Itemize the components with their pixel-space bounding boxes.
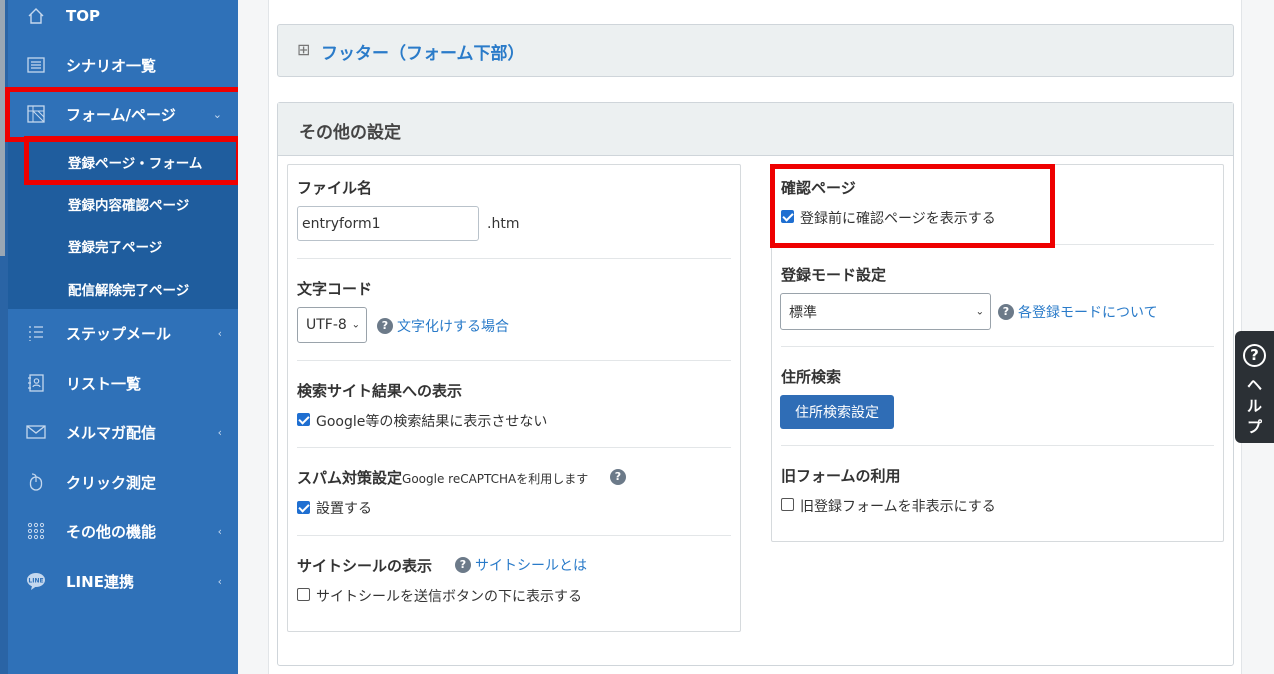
spam-label: スパム対策設定Google reCAPTCHAを利用します <box>297 467 588 488</box>
help-side-tab[interactable]: ? ヘ ル プ <box>1235 331 1274 443</box>
sidebar-item-form-page[interactable]: フォーム/ページ ⌄ <box>8 90 238 138</box>
help-tab-label: ヘ ル プ <box>1235 375 1274 438</box>
help-tab-char: ヘ <box>1246 376 1262 394</box>
divider <box>781 244 1214 245</box>
sidebar-item-click-measure[interactable]: クリック測定 <box>8 458 238 506</box>
sidebar-subitem-unsubscribe-page[interactable]: 配信解除完了ページ <box>68 279 189 299</box>
mode-help-link[interactable]: ? 各登録モードについて <box>998 302 1158 322</box>
address-settings-button[interactable]: 住所検索設定 <box>780 395 894 429</box>
help-icon: ? <box>455 557 471 573</box>
sidebar-subitem-complete-page[interactable]: 登録完了ページ <box>68 236 162 256</box>
sidebar-item-label: LINE連携 <box>66 572 134 591</box>
divider <box>781 346 1214 347</box>
sidebar-subitem-confirm-page[interactable]: 登録内容確認ページ <box>68 194 189 214</box>
site-seal-label: サイトシールの表示 <box>297 557 433 575</box>
sidebar-item-label: TOP <box>66 7 100 25</box>
sidebar-item-top[interactable]: TOP <box>8 0 238 40</box>
search-display-checkbox[interactable] <box>297 413 310 426</box>
sidebar-item-label: ステップメール <box>66 324 172 343</box>
footer-panel[interactable]: ⊞ フッター（フォーム下部） <box>277 24 1234 77</box>
chevron-down-icon: ⌄ <box>975 306 984 317</box>
spam-checkbox-label[interactable]: 設置する <box>316 498 372 518</box>
search-display-label: 検索サイト結果への表示 <box>297 382 463 400</box>
sidebar-item-scenario-list[interactable]: シナリオ一覧 <box>8 41 238 89</box>
help-icon: ? <box>377 318 393 334</box>
divider <box>297 447 731 448</box>
sidebar-item-mail-magazine[interactable]: メルマガ配信 ‹ <box>8 408 238 456</box>
old-form-label: 旧フォームの利用 <box>781 467 901 485</box>
other-settings-title: その他の設定 <box>299 123 401 143</box>
help-tab-char: プ <box>1246 418 1262 436</box>
site-seal-help-link[interactable]: ? サイトシールとは <box>455 555 587 575</box>
mouse-icon <box>26 472 46 492</box>
sidebar-scroll-grip[interactable] <box>0 0 5 256</box>
divider <box>297 360 731 361</box>
charset-selected: UTF-8 <box>306 317 347 333</box>
mode-label: 登録モード設定 <box>781 266 887 284</box>
old-form-checkbox[interactable] <box>781 498 794 511</box>
sidebar-item-list[interactable]: リスト一覧 <box>8 359 238 407</box>
grid-icon <box>26 521 46 541</box>
sidebar-subitem-registration-form[interactable]: 登録ページ・フォーム <box>68 152 202 172</box>
confirm-page-checkbox[interactable] <box>781 210 794 223</box>
search-display-checkbox-label[interactable]: Google等の検索結果に表示させない <box>316 411 547 431</box>
help-icon[interactable]: ? <box>610 469 626 485</box>
mode-help-text: 各登録モードについて <box>1018 305 1158 321</box>
sidebar-item-other-functions[interactable]: その他の機能 ‹ <box>8 507 238 555</box>
sidebar-item-label: リスト一覧 <box>66 374 142 393</box>
mode-selected: 標準 <box>789 304 817 321</box>
expand-icon[interactable]: ⊞ <box>297 40 310 59</box>
home-icon <box>26 6 46 26</box>
confirm-page-checkbox-label[interactable]: 登録前に確認ページを表示する <box>800 208 996 228</box>
charset-select[interactable]: UTF-8 ⌄ <box>297 307 367 343</box>
file-name-label: ファイル名 <box>297 179 373 197</box>
question-icon: ? <box>1243 344 1266 367</box>
spam-sublabel: Google reCAPTCHAを利用します <box>402 472 589 486</box>
charset-label: 文字コード <box>297 280 373 298</box>
footer-panel-title[interactable]: フッター（フォーム下部） <box>321 39 525 64</box>
other-settings-header: その他の設定 <box>278 103 1233 156</box>
sidebar-item-label: その他の機能 <box>66 522 157 541</box>
chevron-left-icon: ‹ <box>217 425 222 439</box>
file-name-input[interactable]: entryform1 <box>297 206 479 241</box>
divider <box>297 258 731 259</box>
list-icon <box>26 55 46 75</box>
step-list-icon <box>26 323 46 343</box>
sidebar-item-label: フォーム/ページ <box>66 105 176 124</box>
spam-checkbox[interactable] <box>297 501 310 514</box>
sidebar-item-label: クリック測定 <box>66 473 157 492</box>
chevron-left-icon: ‹ <box>217 574 222 588</box>
divider <box>297 535 731 536</box>
help-tab-char: ル <box>1246 397 1262 415</box>
sidebar-item-label: シナリオ一覧 <box>66 56 157 75</box>
chevron-left-icon: ‹ <box>217 326 222 340</box>
site-seal-checkbox[interactable] <box>297 588 310 601</box>
svg-text:LINE: LINE <box>28 578 43 585</box>
sidebar-item-step-mail[interactable]: ステップメール ‹ <box>8 309 238 357</box>
charset-help-link[interactable]: ? 文字化けする場合 <box>377 316 509 336</box>
mode-select[interactable]: 標準 ⌄ <box>780 293 991 330</box>
spam-label-text: スパム対策設定 <box>297 469 403 487</box>
address-label: 住所検索 <box>781 368 842 386</box>
site-seal-checkbox-label[interactable]: サイトシールを送信ボタンの下に表示する <box>316 586 582 606</box>
mail-icon <box>26 422 46 442</box>
contacts-icon <box>26 373 46 393</box>
old-form-checkbox-label[interactable]: 旧登録フォームを非表示にする <box>800 496 996 516</box>
charset-help-text: 文字化けする場合 <box>397 319 509 335</box>
sidebar-item-label: メルマガ配信 <box>66 423 157 442</box>
chevron-down-icon: ⌄ <box>351 319 360 331</box>
site-seal-help-text: サイトシールとは <box>475 558 587 574</box>
divider <box>781 445 1214 446</box>
help-icon: ? <box>998 304 1014 320</box>
line-icon: LINE <box>26 571 46 591</box>
chevron-down-icon: ⌄ <box>212 107 222 121</box>
form-icon <box>26 104 46 124</box>
chevron-left-icon: ‹ <box>217 524 222 538</box>
confirm-page-label: 確認ページ <box>781 179 856 197</box>
sidebar-item-line[interactable]: LINE LINE連携 ‹ <box>8 557 238 605</box>
file-ext-label: .htm <box>487 216 520 232</box>
